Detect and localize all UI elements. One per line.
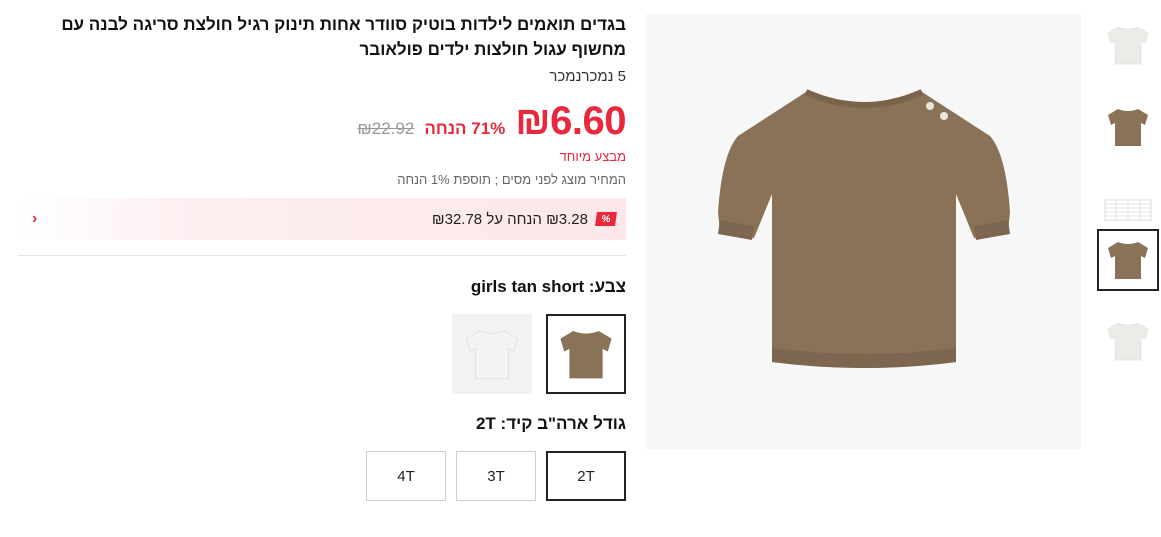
color-swatch-white[interactable] <box>452 314 532 394</box>
white-sweater-swatch-image <box>466 330 518 379</box>
current-price: ₪6.60 <box>515 99 626 143</box>
coupon-banner[interactable]: % ₪3.28 הנחה על ₪32.78 ‹ <box>18 198 626 240</box>
original-price: ₪22.92 <box>357 119 415 138</box>
tan-sweater-swatch-image <box>560 330 612 379</box>
thumbnail-1[interactable] <box>1097 14 1159 76</box>
size-chart-thumbnail-image <box>1104 199 1152 221</box>
size-selected-line: גודל ארה"ב קיד: 2T <box>18 414 626 434</box>
coupon-text: ₪3.28 הנחה על ₪32.78 <box>431 210 588 228</box>
color-selected-line: צבע: girls tan short <box>18 277 626 297</box>
color-value: girls tan short <box>470 277 585 296</box>
tax-note: המחיר מוצג לפני מסים ; תוספת 1% הנחה <box>397 172 626 187</box>
size-options: 2T 3T 4T <box>18 451 626 501</box>
chevron-left-icon: ‹ <box>32 210 38 227</box>
thumbnail-5[interactable] <box>1097 310 1159 372</box>
sweater-thumbnail-image <box>1108 109 1148 146</box>
discount-badge: 71% הנחה <box>424 119 506 138</box>
color-swatch-tan[interactable] <box>546 314 626 394</box>
size-option-3t[interactable]: 3T <box>456 451 536 501</box>
product-info-panel: בגדים תואמים לילדות בוטיק סוודר אחות תינ… <box>18 12 626 501</box>
thumbnail-4-selected[interactable] <box>1097 229 1159 291</box>
size-label: גודל ארה"ב קיד: <box>500 414 626 433</box>
sweater-thumbnail-image <box>1107 26 1149 65</box>
size-option-4t[interactable]: 4T <box>366 451 446 501</box>
product-title: בגדים תואמים לילדות בוטיק סוודר אחות תינ… <box>61 15 626 59</box>
color-swatches <box>18 314 626 394</box>
price-row: ₪6.60 71% הנחה ₪22.92 <box>18 99 626 143</box>
color-label: צבע: <box>588 277 626 296</box>
size-option-2t[interactable]: 2T <box>546 451 626 501</box>
thumbnail-2[interactable] <box>1097 96 1159 158</box>
section-divider <box>18 255 626 256</box>
tan-sweater-image <box>717 88 1010 368</box>
main-product-image[interactable] <box>646 14 1081 449</box>
promo-label: מבצע מיוחד <box>559 149 626 164</box>
sweater-thumbnail-image <box>1108 242 1148 279</box>
size-value: 2T <box>475 414 496 433</box>
sold-count: 5 נמכרנמכר <box>549 68 626 85</box>
sweater-thumbnail-image <box>1107 322 1149 361</box>
coupon-percent-icon: % <box>595 212 617 226</box>
